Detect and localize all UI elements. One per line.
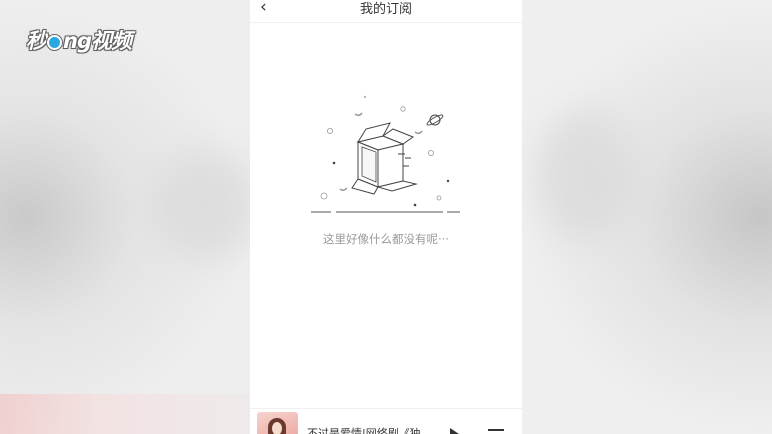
logo-text-a: 秒 <box>26 29 47 53</box>
logo-text-b: ng视频 <box>63 29 132 53</box>
cover-face <box>272 422 282 434</box>
playlist-icon[interactable] <box>488 429 504 434</box>
blurred-shape <box>535 110 635 240</box>
song-title[interactable]: 不过是爱情|网络剧《独… <box>307 425 437 434</box>
video-logo-watermark: 秒 ng视频 <box>26 25 132 55</box>
empty-box-icon <box>311 95 460 213</box>
empty-message: 这里好像什么都没有呢··· <box>323 232 449 246</box>
top-bar: ‹ 我的订阅 <box>250 0 522 23</box>
album-cover[interactable] <box>257 412 298 434</box>
phone-screen: ‹ 我的订阅 这里好像什么都没有呢··· 不过是爱情|网络剧《独… <box>250 0 522 434</box>
page-title: 我的订阅 <box>359 2 412 17</box>
logo-dot-icon <box>47 34 62 50</box>
blurred-shape <box>150 150 260 260</box>
play-icon[interactable] <box>450 428 459 434</box>
mini-player[interactable]: 不过是爱情|网络剧《独… <box>250 408 522 434</box>
